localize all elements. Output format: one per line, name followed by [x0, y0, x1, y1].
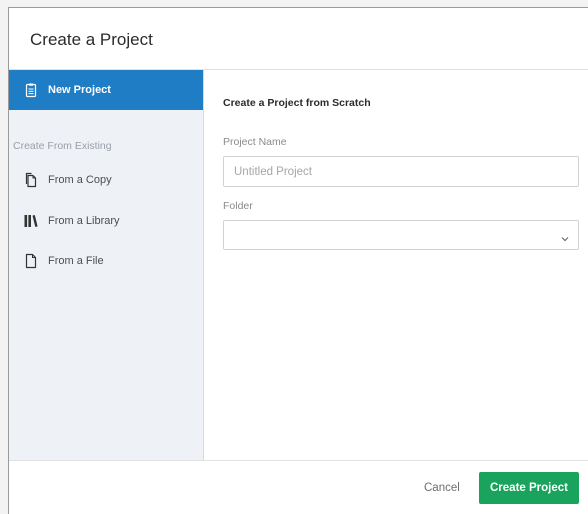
sidebar-item-label: From a Copy	[48, 174, 112, 186]
sidebar-item-from-file[interactable]: From a File	[9, 241, 203, 281]
dialog-title: Create a Project	[30, 30, 153, 49]
sidebar-item-label: From a Library	[48, 215, 120, 227]
sidebar: New Project Create From Existing From a …	[9, 70, 204, 460]
sidebar-item-from-copy[interactable]: From a Copy	[9, 160, 203, 200]
file-icon	[23, 253, 39, 269]
project-name-label: Project Name	[223, 136, 287, 148]
sidebar-item-label: New Project	[48, 84, 111, 96]
folder-label: Folder	[223, 200, 253, 212]
sidebar-item-label: From a File	[48, 255, 104, 267]
main-panel: Create a Project from Scratch Project Na…	[204, 70, 588, 460]
folder-select[interactable]	[223, 220, 579, 250]
copy-document-icon	[23, 172, 39, 188]
sidebar-section-label: Create From Existing	[13, 140, 112, 152]
clipboard-icon	[23, 82, 39, 98]
sidebar-item-from-library[interactable]: From a Library	[9, 201, 203, 241]
dialog-footer: Cancel Create Project	[9, 460, 588, 514]
create-project-button[interactable]: Create Project	[479, 472, 579, 504]
chevron-down-icon	[560, 231, 570, 242]
dialog-header: Create a Project	[9, 8, 588, 70]
sidebar-item-new-project[interactable]: New Project	[9, 70, 203, 110]
library-books-icon	[23, 213, 39, 229]
cancel-button[interactable]: Cancel	[414, 473, 470, 503]
project-name-input[interactable]	[223, 156, 579, 187]
create-project-dialog: Create a Project New Project Create From…	[8, 7, 588, 514]
section-title: Create a Project from Scratch	[223, 97, 371, 109]
